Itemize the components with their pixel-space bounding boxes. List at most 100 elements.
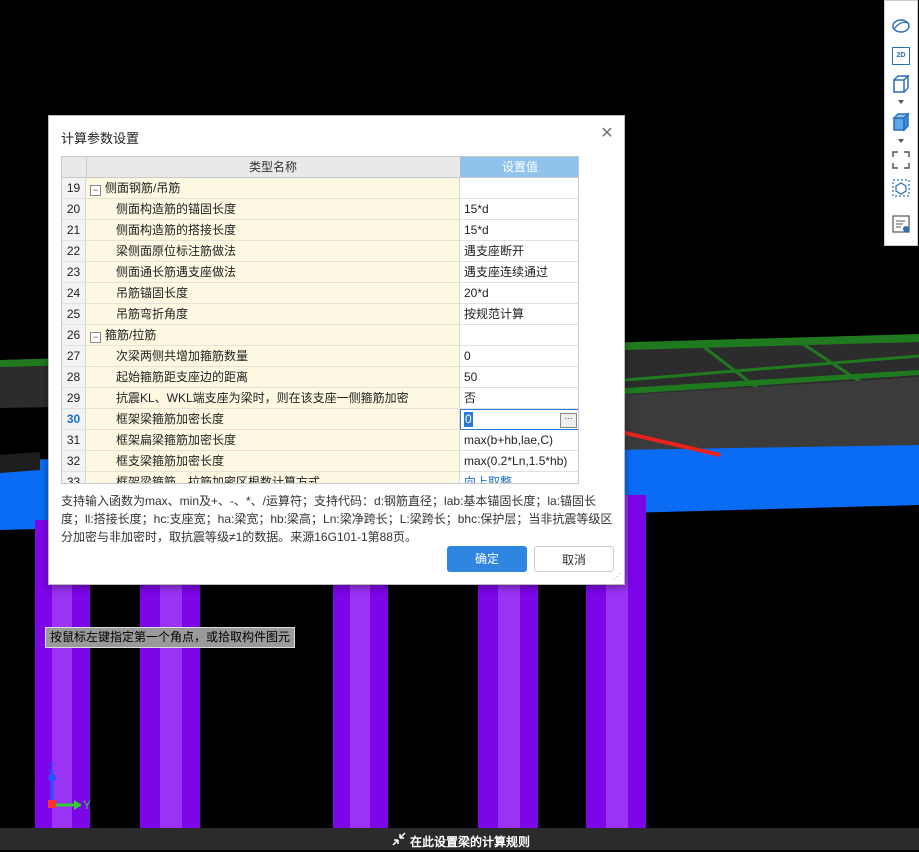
name-text: 箍筋/拉筋 [105, 328, 157, 342]
value-edit-field[interactable]: 0 ··· [460, 409, 578, 430]
close-icon[interactable]: ✕ [599, 126, 615, 142]
name-text: 梁侧面原位标注筋做法 [116, 244, 237, 258]
view-3d-solid-icon[interactable] [890, 111, 912, 133]
table-row[interactable]: 29 抗震KL、WKL端支座为梁时，则在该支座一侧箍筋加密 否 [62, 388, 578, 409]
description-text: 支持输入函数为max、min及+、-、*、/运算符；支持代码：d:钢筋直径；la… [61, 494, 613, 544]
value-cell[interactable]: 20*d [460, 283, 578, 304]
name-cell: 侧面通长筋遇支座做法 [86, 262, 460, 283]
view-solid-dropdown-icon[interactable] [898, 139, 904, 143]
view-2d-label: 2D [892, 47, 910, 65]
row-number: 29 [62, 388, 86, 409]
table-row[interactable]: 22 梁侧面原位标注筋做法 遇支座断开 [62, 241, 578, 262]
ellipsis-icon[interactable]: ··· [560, 413, 577, 428]
value-cell[interactable]: max(b+hb,lae,C) [460, 430, 578, 451]
name-text: 抗震KL、WKL端支座为梁时，则在该支座一侧箍筋加密 [116, 391, 409, 405]
value-cell[interactable]: 向上取整 [460, 472, 578, 483]
name-text: 吊筋锚固长度 [116, 286, 189, 300]
resize-grip-icon[interactable]: ⋰ [613, 572, 621, 581]
name-text: 侧面构造筋的锚固长度 [116, 202, 237, 216]
table-row[interactable]: 33 框架梁箍筋、拉筋加密区根数计算方式 向上取整 [62, 472, 578, 484]
row-number: 30 [62, 409, 86, 430]
name-text: 框支梁箍筋加密长度 [116, 454, 225, 468]
name-cell: 框支梁箍筋加密长度 [86, 451, 460, 472]
name-text: 侧面构造筋的搭接长度 [116, 223, 237, 237]
row-number: 26 [62, 325, 86, 346]
view-toolbar: 2D [884, 0, 918, 246]
view-2d-icon[interactable]: 2D [890, 45, 912, 67]
value-cell[interactable]: 否 [460, 388, 578, 409]
collapse-arrows-icon[interactable] [391, 831, 407, 852]
table-row[interactable]: 21 侧面构造筋的搭接长度 15*d [62, 220, 578, 241]
bottom-rule-label[interactable]: 在此设置梁的计算规则 [410, 833, 530, 850]
name-text: 框架梁箍筋加密长度 [116, 412, 225, 426]
name-cell: 起始箍筋距支座边的距离 [86, 367, 460, 388]
fullscreen-icon[interactable] [890, 149, 912, 171]
name-text: 框架梁箍筋、拉筋加密区根数计算方式 [116, 475, 321, 484]
name-text: 起始箍筋距支座边的距离 [116, 370, 249, 384]
value-cell[interactable]: 15*d [460, 199, 578, 220]
value-cell[interactable]: 0 [460, 346, 578, 367]
table-row[interactable]: 19− 侧面钢筋/吊筋 [62, 178, 578, 199]
row-number: 20 [62, 199, 86, 220]
table-row[interactable]: 30 框架梁箍筋加密长度 0 ··· [62, 409, 578, 430]
name-cell: 侧面构造筋的锚固长度 [86, 199, 460, 220]
value-cell[interactable]: 遇支座断开 [460, 241, 578, 262]
group-name-cell: − 侧面钢筋/吊筋 [86, 178, 460, 199]
value-cell [460, 325, 578, 346]
name-text: 侧面钢筋/吊筋 [105, 181, 181, 195]
table-row[interactable]: 26− 箍筋/拉筋 [62, 325, 578, 346]
name-cell: 吊筋弯折角度 [86, 304, 460, 325]
ok-button[interactable]: 确定 [447, 546, 527, 572]
row-number: 28 [62, 367, 86, 388]
value-cell[interactable]: 按规范计算 [460, 304, 578, 325]
name-cell: 次梁两侧共增加箍筋数量 [86, 346, 460, 367]
table-row[interactable]: 27 次梁两侧共增加箍筋数量 0 [62, 346, 578, 367]
value-cell[interactable]: 15*d [460, 220, 578, 241]
list-settings-icon[interactable] [890, 213, 912, 235]
header-name: 类型名称 [86, 157, 461, 177]
row-number: 31 [62, 430, 86, 451]
row-number: 27 [62, 346, 86, 367]
axis-z-label: Z [48, 762, 55, 774]
name-cell: 吊筋锚固长度 [86, 283, 460, 304]
status-tooltip: 按鼠标左键指定第一个角点，或拾取构件图元 [45, 627, 296, 648]
value-cell[interactable]: 遇支座连续通过 [460, 262, 578, 283]
row-number: 21 [62, 220, 86, 241]
name-cell: 侧面构造筋的搭接长度 [86, 220, 460, 241]
table-row[interactable]: 31 框架扁梁箍筋加密长度 max(b+hb,lae,C) [62, 430, 578, 451]
table-row[interactable]: 23 侧面通长筋遇支座做法 遇支座连续通过 [62, 262, 578, 283]
name-cell: 框架梁箍筋、拉筋加密区根数计算方式 [86, 472, 460, 484]
select-box-icon[interactable] [890, 177, 912, 199]
row-number: 32 [62, 451, 86, 472]
value-cell [460, 178, 578, 199]
row-number: 25 [62, 304, 86, 325]
params-grid: 类型名称 设置值 19− 侧面钢筋/吊筋 20 侧面构造筋的锚固长度 15*d 21 侧面构… [61, 156, 579, 484]
table-row[interactable]: 28 起始箍筋距支座边的距离 50 [62, 367, 578, 388]
name-text: 侧面通长筋遇支座做法 [116, 265, 237, 279]
table-row[interactable]: 25 吊筋弯折角度 按规范计算 [62, 304, 578, 325]
header-value: 设置值 [460, 157, 578, 177]
row-number: 24 [62, 283, 86, 304]
grid-header: 类型名称 设置值 [62, 157, 578, 178]
view-3d-dropdown-icon[interactable] [898, 100, 904, 104]
value-cell[interactable]: max(0.2*Ln,1.5*hb) [460, 451, 578, 472]
collapse-icon[interactable]: − [90, 185, 101, 196]
row-number: 33 [62, 472, 86, 483]
axis-y-label: Y [83, 798, 91, 812]
table-row[interactable]: 32 框支梁箍筋加密长度 max(0.2*Ln,1.5*hb) [62, 451, 578, 472]
name-text: 吊筋弯折角度 [116, 307, 189, 321]
cancel-button[interactable]: 取消 [534, 546, 614, 572]
name-cell: 梁侧面原位标注筋做法 [86, 241, 460, 262]
row-number: 19 [62, 178, 86, 199]
value-edit-text[interactable]: 0 [464, 412, 473, 427]
orbit-icon[interactable] [890, 15, 912, 37]
name-cell: 框架梁箍筋加密长度 [86, 409, 460, 430]
table-row[interactable]: 20 侧面构造筋的锚固长度 15*d [62, 199, 578, 220]
group-name-cell: − 箍筋/拉筋 [86, 325, 460, 346]
table-row[interactable]: 24 吊筋锚固长度 20*d [62, 283, 578, 304]
view-3d-box-icon[interactable] [890, 73, 912, 95]
collapse-icon[interactable]: − [90, 332, 101, 343]
row-number: 23 [62, 262, 86, 283]
value-cell[interactable]: 50 [460, 367, 578, 388]
dialog-title: 计算参数设置 [61, 131, 140, 146]
